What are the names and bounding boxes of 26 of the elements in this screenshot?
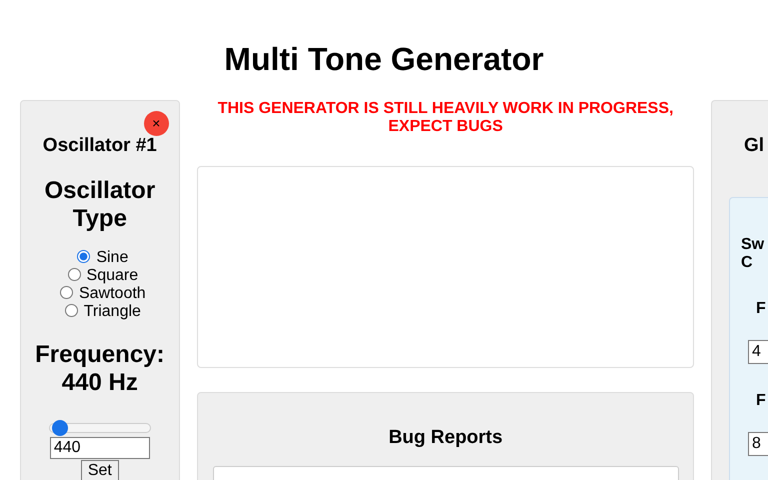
page-title: Multi Tone Generator: [223, 40, 545, 79]
radio-label: Sawtooth: [78, 285, 146, 302]
radio-button[interactable]: [77, 250, 90, 263]
radio-button[interactable]: [60, 286, 73, 299]
number-field[interactable]: 8: [748, 432, 768, 456]
frequency-heading: Frequency: 440 Hz: [34, 341, 166, 397]
frequency-input[interactable]: 440: [50, 437, 150, 459]
frequency-slider[interactable]: [48, 423, 151, 433]
radio-button[interactable]: [68, 268, 81, 281]
set-button[interactable]: Set: [80, 460, 119, 480]
inner-label: Sw: [741, 236, 766, 254]
radio-button[interactable]: [64, 304, 78, 317]
slider-thumb[interactable]: [52, 420, 68, 436]
radio-label: Triangle: [84, 303, 141, 320]
close-button[interactable]: ×: [144, 111, 169, 136]
warning-text: THIS GENERATOR IS STILL HEAVILY WORK IN PROGRESS, EXPECT BUGS: [216, 100, 674, 136]
bug-reports-title: Bug Reports: [388, 427, 503, 449]
radio-label: Square: [86, 267, 138, 284]
field-label: F: [756, 392, 767, 410]
panel-title: Gl: [744, 135, 766, 157]
oscillator-title: Oscillator #1: [42, 135, 157, 157]
inner-label: C: [741, 254, 754, 272]
field-label: F: [756, 300, 767, 318]
number-field[interactable]: 4: [748, 340, 768, 364]
oscillator-type-heading: Oscillator Type: [43, 177, 156, 233]
radio-label: Sine: [96, 249, 128, 266]
